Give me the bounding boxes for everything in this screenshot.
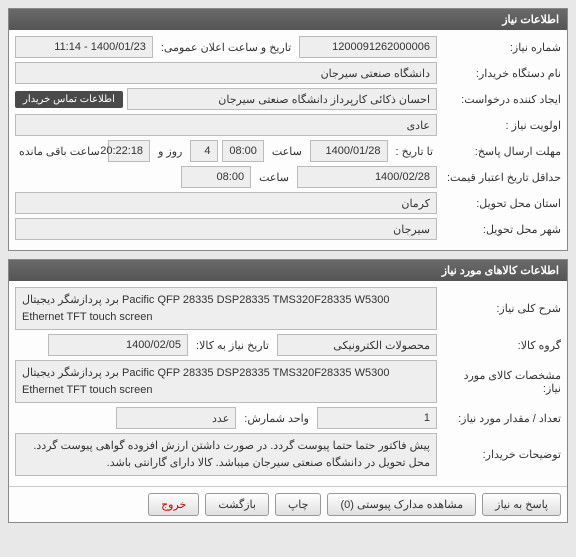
priority-label: اولویت نیاز : [441, 119, 561, 132]
group-field: محصولات الکترونیکی [277, 334, 437, 356]
button-row: پاسخ به نیاز مشاهده مدارک پیوستی (0) چاپ… [9, 486, 567, 522]
need-info-panel: اطلاعات نیاز شماره نیاز: 120009126200000… [8, 8, 568, 251]
deadline-time-field: 08:00 [222, 140, 264, 162]
attach-count: (0) [340, 499, 353, 511]
days-remain-field: 4 [190, 140, 217, 162]
priority-field: عادی [15, 114, 437, 136]
city-field: سیرجان [15, 218, 437, 240]
contact-buyer-button[interactable]: اطلاعات تماس خریدار [15, 91, 123, 108]
creator-label: ایجاد کننده درخواست: [441, 93, 561, 106]
req-no-label: شماره نیاز: [441, 41, 561, 54]
province-label: استان محل تحویل: [441, 197, 561, 210]
days-label: روز و [154, 145, 186, 158]
attach-label: مشاهده مدارک پیوستی [357, 499, 463, 511]
unit-field: عدد [116, 407, 236, 429]
qty-field: 1 [317, 407, 437, 429]
due-label: تاریخ نیاز به کالا: [192, 339, 273, 352]
datetime-field: 1400/01/23 - 11:14 [15, 36, 153, 58]
attachments-button[interactable]: مشاهده مدارک پیوستی (0) [327, 493, 476, 516]
panel1-header: اطلاعات نیاز [9, 9, 567, 30]
minvalid-time-field: 08:00 [181, 166, 251, 188]
due-date-field: 1400/02/05 [48, 334, 188, 356]
print-button[interactable]: چاپ [275, 493, 322, 516]
minvalid-date-field: 1400/02/28 [297, 166, 437, 188]
creator-field: احسان ذکائی کارپرداز دانشگاه صنعتی سیرجا… [127, 88, 437, 110]
qty-label: تعداد / مقدار مورد نیاز: [441, 412, 561, 425]
goods-info-panel: اطلاعات کالاهای مورد نیاز شرح کلی نیاز: … [8, 259, 568, 523]
unit-label: واحد شمارش: [240, 412, 313, 425]
req-no-field[interactable]: 1200091262000006 [299, 36, 437, 58]
time-label-2: ساعت [255, 171, 293, 184]
reply-button[interactable]: پاسخ به نیاز [482, 493, 561, 516]
desc-label: شرح کلی نیاز: [441, 302, 561, 315]
to-date-label: تا تاریخ : [392, 145, 437, 158]
time-label-1: ساعت [268, 145, 306, 158]
notes-field: پیش فاکتور حتما حتما پیوست گردد. در صورت… [15, 433, 437, 476]
datetime-label: تاریخ و ساعت اعلان عمومی: [157, 41, 295, 54]
remain-label: ساعت باقی مانده [15, 145, 104, 158]
deadline-date-field: 1400/01/28 [310, 140, 388, 162]
spec-label: مشخصات کالای مورد نیاز: [441, 369, 561, 395]
group-label: گروه کالا: [441, 339, 561, 352]
device-field: دانشگاه صنعتی سیرجان [15, 62, 437, 84]
minvalid-label: حداقل تاریخ اعتبار قیمت: [441, 171, 561, 184]
province-field: کرمان [15, 192, 437, 214]
city-label: شهر محل تحویل: [441, 223, 561, 236]
close-button[interactable]: خروج [148, 493, 199, 516]
spec-field: برد پردازشگر دیجیتال Pacific QFP 28335 D… [15, 360, 437, 403]
panel2-header: اطلاعات کالاهای مورد نیاز [9, 260, 567, 281]
countdown-field: 20:22:18 [108, 140, 150, 162]
back-button[interactable]: بازگشت [205, 493, 269, 516]
desc-field: برد پردازشگر دیجیتال Pacific QFP 28335 D… [15, 287, 437, 330]
device-label: نام دستگاه خریدار: [441, 67, 561, 80]
deadline-label: مهلت ارسال پاسخ: [441, 145, 561, 158]
notes-label: توضیحات خریدار: [441, 448, 561, 461]
